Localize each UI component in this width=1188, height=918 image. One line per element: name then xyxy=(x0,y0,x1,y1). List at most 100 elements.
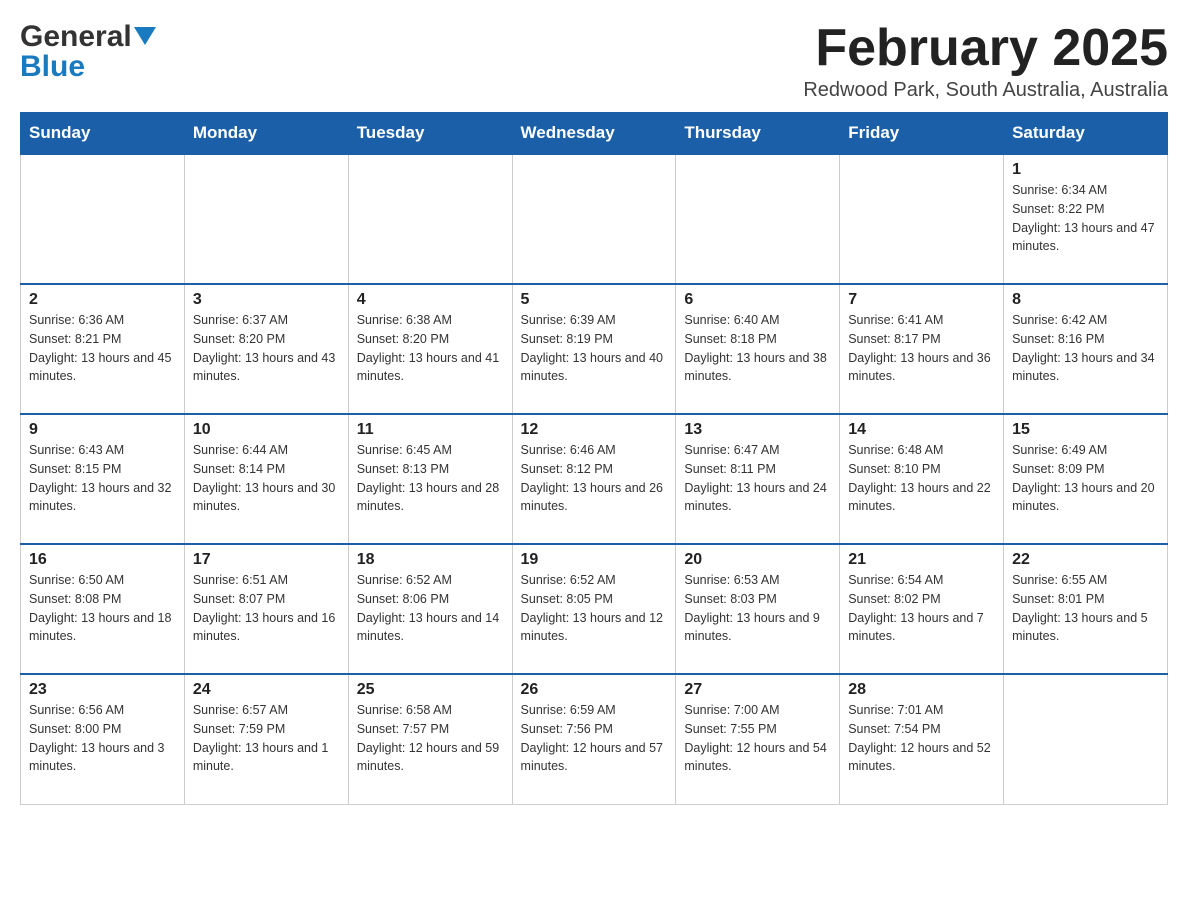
day-info: Sunrise: 6:47 AMSunset: 8:11 PMDaylight:… xyxy=(684,441,831,516)
calendar-day-cell: 18 Sunrise: 6:52 AMSunset: 8:06 PMDayligh… xyxy=(348,544,512,674)
day-info: Sunrise: 6:41 AMSunset: 8:17 PMDaylight:… xyxy=(848,311,995,386)
calendar-day-cell: 12 Sunrise: 6:46 AMSunset: 8:12 PMDayligh… xyxy=(512,414,676,544)
day-info: Sunrise: 6:54 AMSunset: 8:02 PMDaylight:… xyxy=(848,571,995,646)
day-info: Sunrise: 6:59 AMSunset: 7:56 PMDaylight:… xyxy=(521,701,668,776)
calendar-header-row: Sunday Monday Tuesday Wednesday Thursday… xyxy=(21,113,1168,155)
day-info: Sunrise: 6:55 AMSunset: 8:01 PMDaylight:… xyxy=(1012,571,1159,646)
day-number: 10 xyxy=(193,421,340,439)
day-number: 24 xyxy=(193,681,340,699)
calendar-day-cell: 26 Sunrise: 6:59 AMSunset: 7:56 PMDayligh… xyxy=(512,674,676,804)
day-info: Sunrise: 6:52 AMSunset: 8:05 PMDaylight:… xyxy=(521,571,668,646)
day-info: Sunrise: 6:40 AMSunset: 8:18 PMDaylight:… xyxy=(684,311,831,386)
calendar-day-cell: 21 Sunrise: 6:54 AMSunset: 8:02 PMDayligh… xyxy=(840,544,1004,674)
day-number: 28 xyxy=(848,681,995,699)
day-number: 21 xyxy=(848,551,995,569)
calendar-week-row: 23 Sunrise: 6:56 AMSunset: 8:00 PMDayligh… xyxy=(21,674,1168,804)
day-number: 16 xyxy=(29,551,176,569)
col-sunday: Sunday xyxy=(21,113,185,155)
day-info: Sunrise: 6:38 AMSunset: 8:20 PMDaylight:… xyxy=(357,311,504,386)
calendar-day-cell: 15 Sunrise: 6:49 AMSunset: 8:09 PMDayligh… xyxy=(1004,414,1168,544)
day-number: 20 xyxy=(684,551,831,569)
day-info: Sunrise: 6:49 AMSunset: 8:09 PMDaylight:… xyxy=(1012,441,1159,516)
logo-blue-text: Blue xyxy=(20,50,85,84)
calendar-day-cell xyxy=(676,154,840,284)
day-number: 13 xyxy=(684,421,831,439)
day-number: 26 xyxy=(521,681,668,699)
logo: General Blue xyxy=(20,20,156,84)
col-wednesday: Wednesday xyxy=(512,113,676,155)
calendar-day-cell: 5 Sunrise: 6:39 AMSunset: 8:19 PMDaylight… xyxy=(512,284,676,414)
day-number: 11 xyxy=(357,421,504,439)
day-info: Sunrise: 6:42 AMSunset: 8:16 PMDaylight:… xyxy=(1012,311,1159,386)
day-info: Sunrise: 7:01 AMSunset: 7:54 PMDaylight:… xyxy=(848,701,995,776)
day-info: Sunrise: 6:34 AMSunset: 8:22 PMDaylight:… xyxy=(1012,181,1159,256)
calendar-day-cell: 6 Sunrise: 6:40 AMSunset: 8:18 PMDaylight… xyxy=(676,284,840,414)
page-header: General Blue February 2025 Redwood Park,… xyxy=(20,20,1168,102)
day-number: 7 xyxy=(848,291,995,309)
day-number: 17 xyxy=(193,551,340,569)
day-number: 14 xyxy=(848,421,995,439)
calendar-day-cell: 7 Sunrise: 6:41 AMSunset: 8:17 PMDaylight… xyxy=(840,284,1004,414)
col-saturday: Saturday xyxy=(1004,113,1168,155)
calendar-day-cell xyxy=(21,154,185,284)
day-number: 9 xyxy=(29,421,176,439)
calendar-day-cell xyxy=(348,154,512,284)
day-info: Sunrise: 6:37 AMSunset: 8:20 PMDaylight:… xyxy=(193,311,340,386)
day-number: 15 xyxy=(1012,421,1159,439)
day-info: Sunrise: 6:36 AMSunset: 8:21 PMDaylight:… xyxy=(29,311,176,386)
day-info: Sunrise: 6:45 AMSunset: 8:13 PMDaylight:… xyxy=(357,441,504,516)
title-area: February 2025 Redwood Park, South Austra… xyxy=(803,20,1168,102)
calendar-day-cell xyxy=(184,154,348,284)
day-number: 6 xyxy=(684,291,831,309)
calendar-day-cell: 3Sunrise: 6:37 AMSunset: 8:20 PMDaylight… xyxy=(184,284,348,414)
calendar-day-cell: 20Sunrise: 6:53 AMSunset: 8:03 PMDayligh… xyxy=(676,544,840,674)
location-title: Redwood Park, South Australia, Australia xyxy=(803,79,1168,102)
day-info: Sunrise: 6:46 AMSunset: 8:12 PMDaylight:… xyxy=(521,441,668,516)
day-number: 25 xyxy=(357,681,504,699)
calendar-day-cell: 22 Sunrise: 6:55 AMSunset: 8:01 PMDayligh… xyxy=(1004,544,1168,674)
day-info: Sunrise: 6:39 AMSunset: 8:19 PMDaylight:… xyxy=(521,311,668,386)
calendar-day-cell xyxy=(840,154,1004,284)
day-number: 1 xyxy=(1012,161,1159,179)
day-number: 23 xyxy=(29,681,176,699)
day-info: Sunrise: 7:00 AMSunset: 7:55 PMDaylight:… xyxy=(684,701,831,776)
calendar-day-cell: 25Sunrise: 6:58 AMSunset: 7:57 PMDayligh… xyxy=(348,674,512,804)
day-info: Sunrise: 6:43 AMSunset: 8:15 PMDaylight:… xyxy=(29,441,176,516)
day-info: Sunrise: 6:48 AMSunset: 8:10 PMDaylight:… xyxy=(848,441,995,516)
calendar-day-cell: 1 Sunrise: 6:34 AMSunset: 8:22 PMDaylight… xyxy=(1004,154,1168,284)
calendar-week-row: 2 Sunrise: 6:36 AMSunset: 8:21 PMDaylight… xyxy=(21,284,1168,414)
day-info: Sunrise: 6:51 AMSunset: 8:07 PMDaylight:… xyxy=(193,571,340,646)
calendar-day-cell: 10 Sunrise: 6:44 AMSunset: 8:14 PMDayligh… xyxy=(184,414,348,544)
calendar-table: Sunday Monday Tuesday Wednesday Thursday… xyxy=(20,112,1168,805)
calendar-week-row: 16 Sunrise: 6:50 AMSunset: 8:08 PMDayligh… xyxy=(21,544,1168,674)
day-number: 4 xyxy=(357,291,504,309)
day-number: 5 xyxy=(521,291,668,309)
calendar-day-cell: 13 Sunrise: 6:47 AMSunset: 8:11 PMDayligh… xyxy=(676,414,840,544)
calendar-day-cell xyxy=(1004,674,1168,804)
col-thursday: Thursday xyxy=(676,113,840,155)
day-number: 22 xyxy=(1012,551,1159,569)
logo-general-text: General xyxy=(20,20,132,54)
calendar-day-cell: 19Sunrise: 6:52 AMSunset: 8:05 PMDayligh… xyxy=(512,544,676,674)
month-title: February 2025 xyxy=(803,20,1168,77)
day-info: Sunrise: 6:52 AMSunset: 8:06 PMDaylight:… xyxy=(357,571,504,646)
calendar-day-cell: 28 Sunrise: 7:01 AMSunset: 7:54 PMDayligh… xyxy=(840,674,1004,804)
calendar-day-cell: 2 Sunrise: 6:36 AMSunset: 8:21 PMDaylight… xyxy=(21,284,185,414)
logo-triangle-icon xyxy=(134,27,156,49)
day-number: 27 xyxy=(684,681,831,699)
day-number: 18 xyxy=(357,551,504,569)
day-number: 2 xyxy=(29,291,176,309)
day-info: Sunrise: 6:50 AMSunset: 8:08 PMDaylight:… xyxy=(29,571,176,646)
day-info: Sunrise: 6:57 AMSunset: 7:59 PMDaylight:… xyxy=(193,701,340,776)
calendar-day-cell: 9 Sunrise: 6:43 AMSunset: 8:15 PMDaylight… xyxy=(21,414,185,544)
calendar-week-row: 1 Sunrise: 6:34 AMSunset: 8:22 PMDaylight… xyxy=(21,154,1168,284)
day-number: 8 xyxy=(1012,291,1159,309)
calendar-day-cell: 14 Sunrise: 6:48 AMSunset: 8:10 PMDayligh… xyxy=(840,414,1004,544)
col-tuesday: Tuesday xyxy=(348,113,512,155)
day-number: 12 xyxy=(521,421,668,439)
calendar-day-cell: 16 Sunrise: 6:50 AMSunset: 8:08 PMDayligh… xyxy=(21,544,185,674)
day-info: Sunrise: 6:56 AMSunset: 8:00 PMDaylight:… xyxy=(29,701,176,776)
day-info: Sunrise: 6:44 AMSunset: 8:14 PMDaylight:… xyxy=(193,441,340,516)
calendar-day-cell: 11 Sunrise: 6:45 AMSunset: 8:13 PMDayligh… xyxy=(348,414,512,544)
calendar-day-cell: 23 Sunrise: 6:56 AMSunset: 8:00 PMDayligh… xyxy=(21,674,185,804)
